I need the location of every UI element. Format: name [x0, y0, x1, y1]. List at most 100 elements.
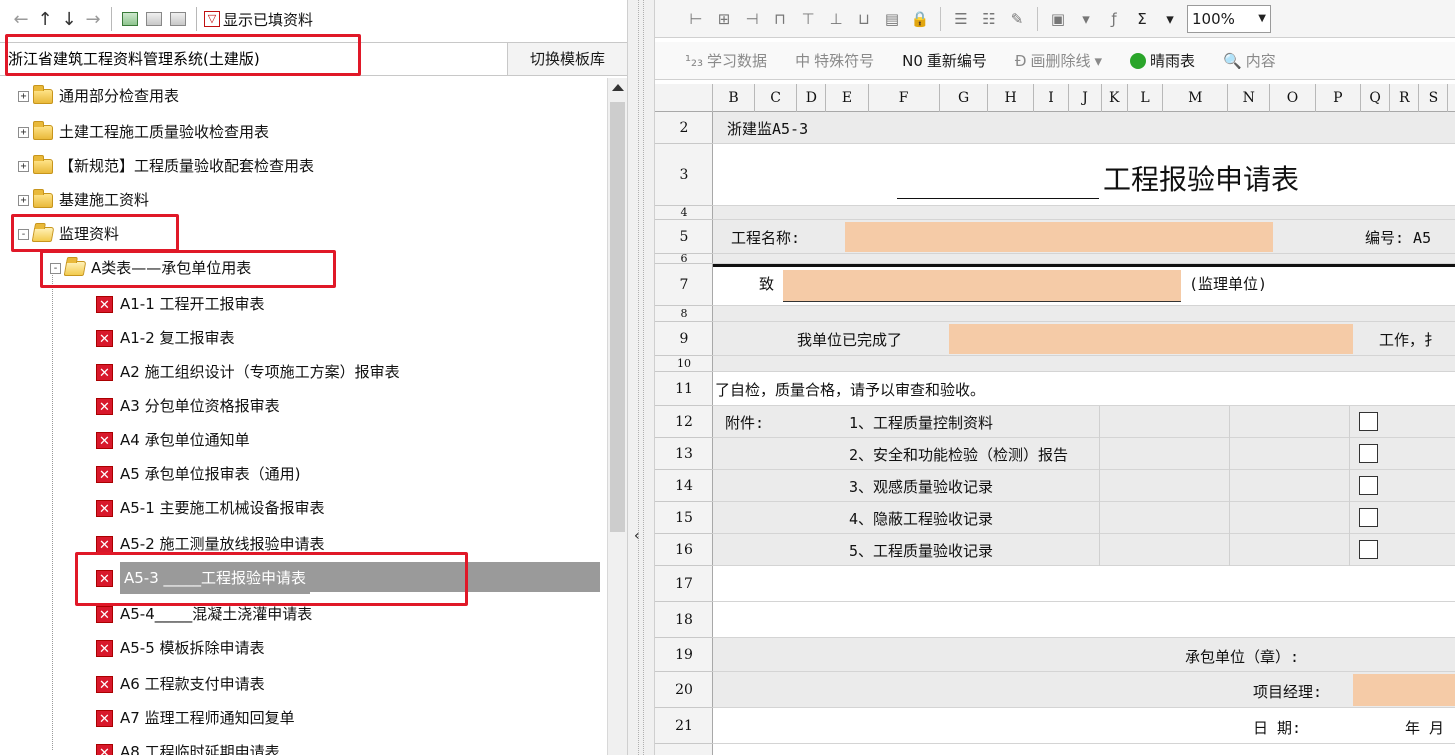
valign-bottom-icon[interactable]: ⊔: [853, 8, 875, 30]
strikethrough-button[interactable]: Ð 画删除线 ▾: [1015, 50, 1102, 71]
expand-icon[interactable]: +: [18, 126, 29, 138]
row-header-5[interactable]: 5: [655, 220, 713, 254]
tree-item-a3[interactable]: ✕ A3 分包单位资格报审表: [96, 390, 280, 422]
collapse-icon[interactable]: -: [50, 262, 61, 274]
column-header-k[interactable]: K: [1102, 84, 1128, 112]
column-header-h[interactable]: H: [988, 84, 1034, 112]
arrow-right-icon[interactable]: →: [82, 6, 104, 32]
merge-icon[interactable]: ⊓: [769, 8, 791, 30]
column-header-e[interactable]: E: [826, 84, 869, 112]
tree-item-a5-4[interactable]: ✕ A5-4_____混凝土浇灌申请表: [96, 598, 312, 630]
tree-item-a5-3[interactable]: ✕ A5-3 _____工程报验申请表: [96, 562, 311, 594]
tree-item-civil-quality[interactable]: + 土建工程施工质量验收检查用表: [18, 116, 269, 148]
tree-item-general[interactable]: + 通用部分检查用表: [18, 80, 179, 112]
valign-middle-icon[interactable]: ⊥: [825, 8, 847, 30]
tree-item-infrastructure[interactable]: + 基建施工资料: [18, 184, 149, 216]
row-header-20[interactable]: 20: [655, 672, 713, 708]
select-all-corner[interactable]: [655, 84, 713, 112]
attachment-checkbox[interactable]: [1359, 540, 1378, 559]
attachment-checkbox[interactable]: [1359, 412, 1378, 431]
row-header-3[interactable]: 3: [655, 144, 713, 206]
tree-item-a6[interactable]: ✕ A6 工程款支付申请表: [96, 668, 265, 700]
row-header-16[interactable]: 16: [655, 534, 713, 566]
indent-icon[interactable]: ☰: [950, 8, 972, 30]
row-header-13[interactable]: 13: [655, 438, 713, 470]
tree-item-a2[interactable]: ✕ A2 施工组织设计（专项施工方案）报审表: [96, 356, 400, 388]
row-header-14[interactable]: 14: [655, 470, 713, 502]
function-icon[interactable]: ƒ: [1103, 8, 1125, 30]
row-header-17[interactable]: 17: [655, 566, 713, 602]
column-header-p[interactable]: P: [1316, 84, 1361, 112]
tree-item-supervision[interactable]: - 监理资料: [18, 218, 119, 250]
tree-item-a5[interactable]: ✕ A5 承包单位报审表（通用): [96, 458, 300, 490]
tree-item-new-standard[interactable]: + 【新规范】工程质量验收配套检查用表: [18, 150, 314, 182]
column-header-o[interactable]: O: [1270, 84, 1316, 112]
tree-item-a5-1[interactable]: ✕ A5-1 主要施工机械设备报审表: [96, 492, 325, 524]
title-blank-underline[interactable]: [897, 198, 1099, 199]
column-header-s[interactable]: S: [1419, 84, 1449, 112]
collapse-left-icon[interactable]: ‹: [634, 528, 640, 544]
weather-button[interactable]: 晴雨表: [1130, 50, 1195, 71]
arrow-down-icon[interactable]: ↓: [58, 6, 80, 32]
switch-template-button[interactable]: 切换模板库: [507, 43, 627, 75]
grid-icon[interactable]: [119, 6, 141, 32]
row-header-18[interactable]: 18: [655, 602, 713, 638]
collapse-icon[interactable]: -: [18, 228, 29, 240]
copy-icon[interactable]: [143, 6, 165, 32]
column-header-r[interactable]: R: [1390, 84, 1420, 112]
project-name-input[interactable]: [845, 222, 1273, 252]
tree-item-a5-2[interactable]: ✕ A5-2 施工测量放线报验申请表: [96, 528, 325, 560]
pane-splitter[interactable]: ‹: [627, 0, 655, 755]
valign-top-icon[interactable]: ⊤: [797, 8, 819, 30]
column-header-g[interactable]: G: [940, 84, 989, 112]
column-header-l[interactable]: L: [1128, 84, 1164, 112]
align-left-icon[interactable]: ⊢: [685, 8, 707, 30]
tree-item-a4[interactable]: ✕ A4 承包单位通知单: [96, 424, 250, 456]
manager-input[interactable]: [1353, 674, 1455, 706]
column-header-t[interactable]: T: [1448, 84, 1455, 112]
align-center-icon[interactable]: ⊞: [713, 8, 735, 30]
renumber-button[interactable]: N0 重新编号: [902, 50, 987, 71]
scroll-thumb[interactable]: [610, 102, 625, 532]
expand-icon[interactable]: +: [18, 90, 29, 102]
scroll-up-icon[interactable]: [612, 84, 624, 91]
tree-item-a1-1[interactable]: ✕ A1-1 工程开工报审表: [96, 288, 265, 320]
row-header-6[interactable]: 6: [655, 253, 713, 264]
row-header-12[interactable]: 12: [655, 406, 713, 438]
row-header-10[interactable]: 10: [655, 356, 713, 372]
format-brush-icon[interactable]: ✎: [1006, 8, 1028, 30]
column-header-d[interactable]: D: [797, 84, 827, 112]
special-symbol-button[interactable]: 中 特殊符号: [795, 50, 874, 71]
column-header-f[interactable]: F: [869, 84, 940, 112]
tree-item-a1-2[interactable]: ✕ A1-2 复工报审表: [96, 322, 235, 354]
arrow-left-icon[interactable]: ←: [10, 6, 32, 32]
sum-icon[interactable]: Σ: [1131, 8, 1153, 30]
chevron-down-icon[interactable]: ▼: [1258, 6, 1266, 32]
align-right-icon[interactable]: ⊣: [741, 8, 763, 30]
column-header-b[interactable]: B: [713, 84, 756, 112]
row-header-9[interactable]: 9: [655, 322, 713, 356]
tree-item-a7[interactable]: ✕ A7 监理工程师通知回复单: [96, 702, 295, 734]
content-button[interactable]: 🔍 内容: [1223, 50, 1276, 71]
learn-data-button[interactable]: ¹₂₃ 学习数据: [685, 50, 767, 71]
row-header-19[interactable]: 19: [655, 638, 713, 672]
column-header-i[interactable]: I: [1034, 84, 1070, 112]
dropdown-icon[interactable]: ▾: [1075, 8, 1097, 30]
expand-icon[interactable]: +: [18, 160, 29, 172]
show-filled-toggle[interactable]: ▽ 显示已填资料: [204, 9, 313, 30]
zoom-select[interactable]: 100% ▼: [1187, 4, 1271, 33]
column-header-n[interactable]: N: [1228, 84, 1271, 112]
row-header-2[interactable]: 2: [655, 112, 713, 144]
work-input[interactable]: [949, 324, 1353, 354]
column-header-j[interactable]: J: [1069, 84, 1102, 112]
supervisor-input[interactable]: [783, 270, 1181, 302]
column-header-c[interactable]: C: [755, 84, 798, 112]
row-header-7[interactable]: 7: [655, 264, 713, 306]
border-icon[interactable]: ▤: [881, 8, 903, 30]
column-header-q[interactable]: Q: [1361, 84, 1391, 112]
row-header-8[interactable]: 8: [655, 306, 713, 322]
column-header-m[interactable]: M: [1163, 84, 1229, 112]
attachment-checkbox[interactable]: [1359, 508, 1378, 527]
arrow-up-icon[interactable]: ↑: [34, 6, 56, 32]
row-header-21[interactable]: 21: [655, 708, 713, 744]
